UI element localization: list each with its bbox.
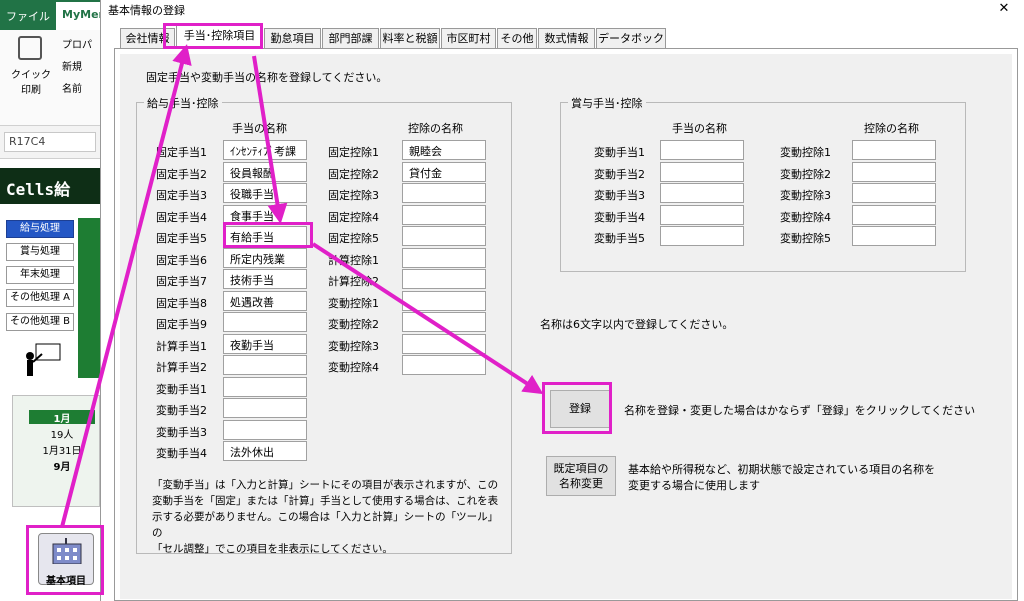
arrow-to-tab [60, 44, 192, 528]
annotation-arrows [60, 44, 544, 528]
arrow-to-register [311, 242, 544, 395]
arrow-to-yukyu [252, 55, 288, 224]
